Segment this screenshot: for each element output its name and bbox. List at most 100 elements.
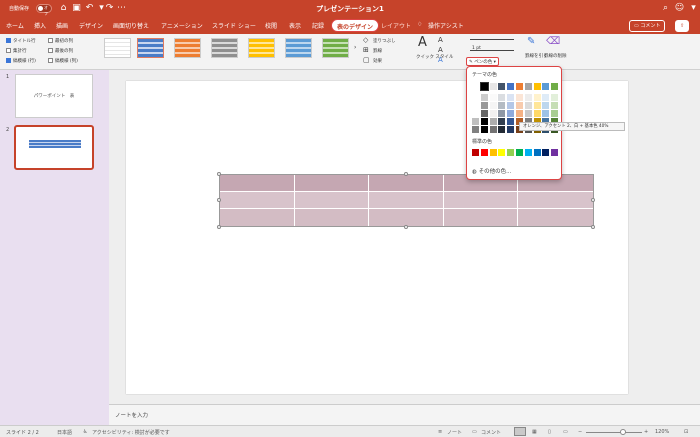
dropdown-icon[interactable]: ▾	[688, 3, 699, 14]
more-colors-button[interactable]: ◍ その他の色...	[472, 167, 511, 175]
theme-color-swatch[interactable]	[516, 83, 523, 90]
theme-color-swatch[interactable]	[472, 94, 479, 101]
tab-draw[interactable]: 描画	[56, 21, 68, 30]
notes-toggle[interactable]: ノート	[447, 429, 462, 436]
accessibility-status[interactable]: アクセシビリティ: 検討が必要です	[92, 429, 170, 436]
resize-handle[interactable]	[217, 225, 221, 229]
standard-color-swatch[interactable]	[480, 149, 488, 156]
zoom-out-icon[interactable]: −	[578, 429, 582, 435]
theme-color-swatch[interactable]	[507, 126, 515, 133]
theme-color-swatch[interactable]	[516, 94, 523, 101]
theme-color-swatch[interactable]	[489, 102, 497, 109]
option-banded-rows[interactable]: 縞模様 (行)	[6, 58, 36, 64]
theme-color-swatch[interactable]	[507, 110, 515, 117]
text-fill-icon[interactable]: A	[438, 36, 443, 44]
tab-layout[interactable]: レイアウト	[381, 21, 411, 30]
tab-review[interactable]: 校閲	[265, 21, 277, 30]
theme-color-swatch[interactable]	[489, 118, 497, 125]
standard-color-swatch[interactable]	[542, 149, 550, 156]
theme-color-swatch[interactable]	[507, 94, 515, 101]
standard-color-swatch[interactable]	[533, 149, 541, 156]
theme-color-swatch[interactable]	[472, 118, 479, 125]
theme-color-swatch[interactable]	[480, 126, 488, 133]
tab-slideshow[interactable]: スライド ショー	[212, 21, 256, 30]
theme-color-swatch[interactable]	[489, 83, 497, 90]
comments-toggle[interactable]: コメント	[481, 429, 501, 436]
table-style-plain[interactable]	[104, 38, 131, 58]
slide-thumbnail-1[interactable]: パワーポイント 表	[15, 74, 93, 118]
theme-color-swatch[interactable]	[551, 94, 559, 101]
tab-view[interactable]: 表示	[289, 21, 301, 30]
tab-assist[interactable]: 操作アシスト	[428, 21, 464, 30]
tab-insert[interactable]: 挿入	[34, 21, 46, 30]
theme-color-swatch[interactable]	[542, 94, 550, 101]
pen-color-button[interactable]: ✎ ペンの色 ▾	[466, 57, 499, 66]
theme-color-swatch[interactable]	[551, 102, 559, 109]
tab-animations[interactable]: アニメーション	[161, 21, 203, 30]
option-banded-columns[interactable]: 縞模様 (列)	[48, 58, 78, 64]
standard-color-swatch[interactable]	[489, 149, 497, 156]
resize-handle[interactable]	[591, 198, 595, 202]
theme-color-swatch[interactable]	[524, 110, 532, 117]
standard-color-swatch[interactable]	[498, 149, 506, 156]
table-style-green[interactable]	[322, 38, 349, 58]
option-total-row[interactable]: 集計行	[6, 48, 27, 54]
notes-pane[interactable]: ノートを入力	[109, 404, 700, 425]
theme-color-swatch[interactable]	[533, 110, 541, 117]
table-style-blue[interactable]	[137, 38, 164, 58]
slide-thumbnail-2[interactable]	[14, 125, 94, 170]
zoom-slider-thumb[interactable]	[620, 429, 626, 435]
standard-color-swatch[interactable]	[472, 149, 479, 156]
normal-view-icon[interactable]	[514, 427, 526, 436]
theme-color-swatch[interactable]	[472, 126, 479, 133]
zoom-slider[interactable]	[586, 432, 642, 433]
theme-color-swatch[interactable]	[480, 94, 488, 101]
quick-style-label[interactable]: クイック スタイル	[416, 54, 453, 60]
theme-color-swatch[interactable]	[489, 110, 497, 117]
theme-color-swatch[interactable]	[498, 126, 506, 133]
tab-home[interactable]: ホーム	[6, 21, 24, 30]
resize-handle[interactable]	[404, 225, 408, 229]
resize-handle[interactable]	[217, 172, 221, 176]
theme-color-swatch[interactable]	[480, 102, 488, 109]
tab-record[interactable]: 記録	[312, 21, 324, 30]
zoom-level[interactable]: 120%	[655, 429, 669, 435]
theme-color-swatch[interactable]	[533, 83, 541, 90]
standard-color-swatch[interactable]	[524, 149, 532, 156]
option-last-column[interactable]: 最後の列	[48, 48, 73, 54]
zoom-in-icon[interactable]: +	[644, 429, 648, 435]
theme-color-swatch[interactable]	[498, 102, 506, 109]
table-style-gold[interactable]	[248, 38, 275, 58]
tab-transitions[interactable]: 画面切り替え	[113, 21, 149, 30]
table-style-orange[interactable]	[174, 38, 201, 58]
option-header-row[interactable]: タイトル行	[6, 38, 36, 44]
theme-color-swatch[interactable]	[516, 110, 523, 117]
slide-sorter-icon[interactable]: ▦	[532, 429, 537, 435]
theme-color-swatch[interactable]	[489, 126, 497, 133]
theme-color-swatch[interactable]	[480, 118, 488, 125]
eraser-label[interactable]: 罫線の削除	[544, 53, 567, 59]
theme-color-swatch[interactable]	[472, 110, 479, 117]
share-button[interactable]: ⇪	[675, 20, 690, 32]
fill-label[interactable]: 塗りつぶし	[373, 38, 396, 44]
theme-color-swatch[interactable]	[524, 102, 532, 109]
theme-color-swatch[interactable]	[507, 118, 515, 125]
search-icon[interactable]: ⌕	[660, 3, 671, 14]
theme-color-swatch[interactable]	[498, 118, 506, 125]
border-label[interactable]: 罫線	[373, 48, 382, 54]
theme-color-swatch[interactable]	[489, 94, 497, 101]
pen-style-line[interactable]	[470, 39, 514, 40]
tab-design[interactable]: デザイン	[79, 21, 103, 30]
theme-color-swatch[interactable]	[472, 83, 479, 90]
theme-color-swatch[interactable]	[516, 102, 523, 109]
theme-color-swatch[interactable]	[472, 102, 479, 109]
tab-table-design[interactable]: 表のデザイン	[331, 19, 380, 32]
theme-color-swatch[interactable]	[542, 102, 550, 109]
fit-to-window-icon[interactable]: ⊡	[684, 429, 688, 435]
resize-handle[interactable]	[404, 172, 408, 176]
option-first-column[interactable]: 最初の列	[48, 38, 73, 44]
standard-color-swatch[interactable]	[551, 149, 559, 156]
account-icon[interactable]: ☺	[674, 3, 685, 14]
table-style-gray[interactable]	[211, 38, 238, 58]
theme-color-swatch[interactable]	[479, 82, 489, 91]
